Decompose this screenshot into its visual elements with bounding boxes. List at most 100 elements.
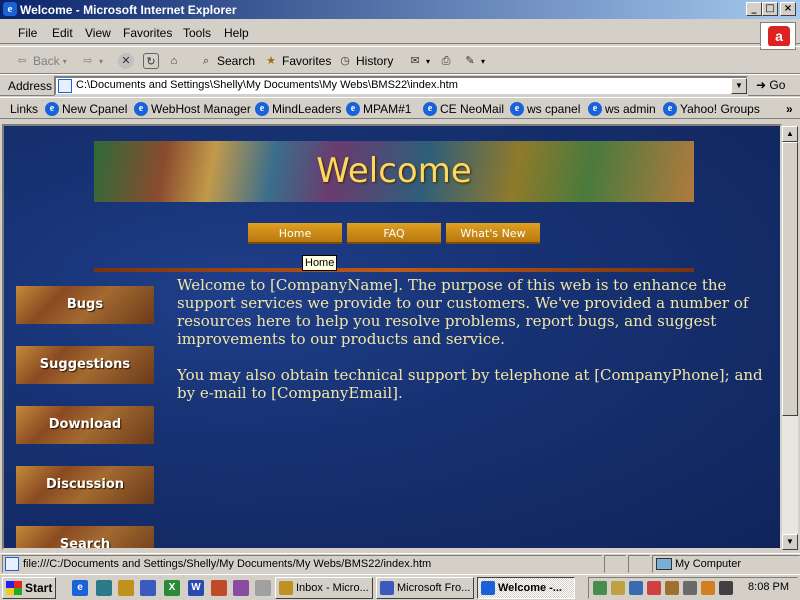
nav-whats-new-button[interactable]: What's New: [446, 223, 540, 244]
link-label: CE NeoMail: [440, 102, 505, 116]
tray-icon[interactable]: [665, 581, 679, 595]
security-zone: My Computer: [652, 555, 800, 573]
side-search-button[interactable]: Search: [16, 526, 154, 548]
address-dropdown-icon[interactable]: ▼: [731, 78, 747, 94]
vertical-scrollbar[interactable]: ▲ ▼: [782, 126, 798, 550]
tray-icon[interactable]: [719, 581, 733, 595]
tray-icon[interactable]: [701, 581, 715, 595]
side-discussion-button[interactable]: Discussion: [16, 466, 154, 504]
link-new-cpanel[interactable]: e New Cpanel: [45, 102, 127, 116]
search-label: Search: [217, 54, 256, 68]
ie-link-icon: e: [663, 102, 677, 116]
system-tray: 8:08 PM: [588, 577, 798, 599]
side-download-button[interactable]: Download: [16, 406, 154, 444]
frontpage-quicklaunch-icon[interactable]: [233, 580, 249, 596]
menu-favorites[interactable]: Favorites: [123, 26, 172, 40]
status-pane: [628, 555, 650, 573]
link-yahoo-groups[interactable]: e Yahoo! Groups: [663, 102, 760, 116]
side-suggestions-button[interactable]: Suggestions: [16, 346, 154, 384]
refresh-button[interactable]: ↻: [143, 53, 159, 69]
app-quicklaunch-icon[interactable]: [255, 580, 271, 596]
menu-edit[interactable]: Edit: [52, 26, 73, 40]
links-more-chevron[interactable]: »: [786, 102, 793, 116]
link-webhost-manager[interactable]: e WebHost Manager: [134, 102, 251, 116]
scroll-thumb[interactable]: [782, 142, 798, 416]
go-button[interactable]: ➜ Go: [756, 78, 785, 92]
forward-button[interactable]: ⇨ ▾: [80, 53, 103, 69]
stop-button[interactable]: ✕: [118, 53, 134, 69]
volume-tray-icon[interactable]: [683, 581, 697, 595]
powerpoint-quicklaunch-icon[interactable]: [211, 580, 227, 596]
ie-link-icon: e: [45, 102, 59, 116]
history-icon: ◷: [340, 55, 350, 67]
history-button[interactable]: ◷ History: [337, 53, 393, 69]
link-ws-admin[interactable]: e ws admin: [588, 102, 656, 116]
status-pane: [604, 555, 626, 573]
outlook-quicklaunch-icon[interactable]: [140, 580, 156, 596]
clock[interactable]: 8:08 PM: [748, 581, 789, 593]
menu-view[interactable]: View: [85, 26, 111, 40]
maximize-button[interactable]: □: [762, 2, 778, 16]
go-arrow-icon: ➜: [756, 78, 767, 92]
task-inbox[interactable]: Inbox - Micro...: [275, 577, 373, 599]
back-arrow-icon: ⇦: [17, 55, 27, 67]
tray-icon[interactable]: [629, 581, 643, 595]
back-button[interactable]: ⇦ Back ▾: [14, 53, 66, 69]
nav-faq-button[interactable]: FAQ: [347, 223, 441, 244]
nav-home-button[interactable]: Home: [248, 223, 342, 244]
history-label: History: [356, 54, 394, 68]
network-tray-icon[interactable]: [593, 581, 607, 595]
tray-icon[interactable]: [647, 581, 661, 595]
excel-quicklaunch-icon[interactable]: X: [164, 580, 180, 596]
print-button[interactable]: ⎙: [438, 53, 454, 69]
print-icon: ⎙: [441, 55, 451, 67]
tray-icon[interactable]: [611, 581, 625, 595]
link-mindleaders[interactable]: e MindLeaders: [255, 102, 341, 116]
refresh-icon: ↻: [143, 53, 159, 69]
task-frontpage[interactable]: Microsoft Fro...: [376, 577, 474, 599]
edit-icon: ✎: [465, 55, 475, 67]
edit-button[interactable]: ✎ ▾: [462, 53, 485, 69]
close-button[interactable]: ×: [780, 2, 796, 16]
edit-dropdown-icon: ▾: [481, 56, 486, 66]
address-bar: Address C:\Documents and Settings\Shelly…: [0, 74, 800, 96]
banner-title: Welcome: [316, 151, 472, 191]
mail-icon: ✉: [410, 55, 420, 67]
desktop-quicklaunch-icon[interactable]: [96, 580, 112, 596]
address-input[interactable]: C:\Documents and Settings\Shelly\My Docu…: [54, 76, 748, 96]
favorites-button[interactable]: ★ Favorites: [263, 53, 331, 69]
mail-button[interactable]: ✉ ▾: [407, 53, 430, 69]
link-label: ws cpanel: [527, 102, 581, 116]
link-ce-neomail[interactable]: e CE NeoMail: [423, 102, 504, 116]
welcome-text: Welcome to [CompanyName]. The purpose of…: [177, 276, 777, 420]
minimize-button[interactable]: _: [746, 2, 762, 16]
task-welcome[interactable]: Welcome -...: [477, 577, 575, 599]
ie-link-icon: e: [346, 102, 360, 116]
scroll-up-icon[interactable]: ▲: [782, 126, 798, 142]
ie-quicklaunch-icon[interactable]: e: [72, 580, 88, 596]
task-label: Welcome -...: [498, 582, 562, 594]
menu-help[interactable]: Help: [224, 26, 249, 40]
throbber-logo-icon: a: [768, 26, 790, 47]
page-content: Welcome Home FAQ What's New Home Bugs Su…: [2, 124, 782, 550]
search-button[interactable]: ⌕ Search: [198, 53, 255, 69]
folder-quicklaunch-icon[interactable]: [118, 580, 134, 596]
start-button[interactable]: Start: [2, 577, 56, 599]
menu-tools[interactable]: Tools: [183, 26, 211, 40]
home-button[interactable]: ⌂: [166, 53, 182, 69]
outlook-task-icon: [279, 581, 293, 595]
status-bar: file:///C:/Documents and Settings/Shelly…: [0, 553, 800, 573]
side-bugs-button[interactable]: Bugs: [16, 286, 154, 324]
page-icon: [5, 557, 19, 571]
my-computer-icon: [656, 558, 672, 570]
back-label: Back: [33, 54, 60, 68]
word-quicklaunch-icon[interactable]: W: [188, 580, 204, 596]
address-value: C:\Documents and Settings\Shelly\My Docu…: [76, 79, 458, 91]
link-ws-cpanel[interactable]: e ws cpanel: [510, 102, 580, 116]
link-mpam1[interactable]: e MPAM#1: [346, 102, 411, 116]
menu-file[interactable]: File: [18, 26, 37, 40]
scroll-down-icon[interactable]: ▼: [782, 534, 798, 550]
taskbar: Start e X W Inbox - Micro... Microsoft F…: [0, 574, 800, 600]
title-bar[interactable]: e Welcome - Microsoft Internet Explorer: [0, 0, 800, 19]
tooltip: Home: [302, 255, 338, 271]
